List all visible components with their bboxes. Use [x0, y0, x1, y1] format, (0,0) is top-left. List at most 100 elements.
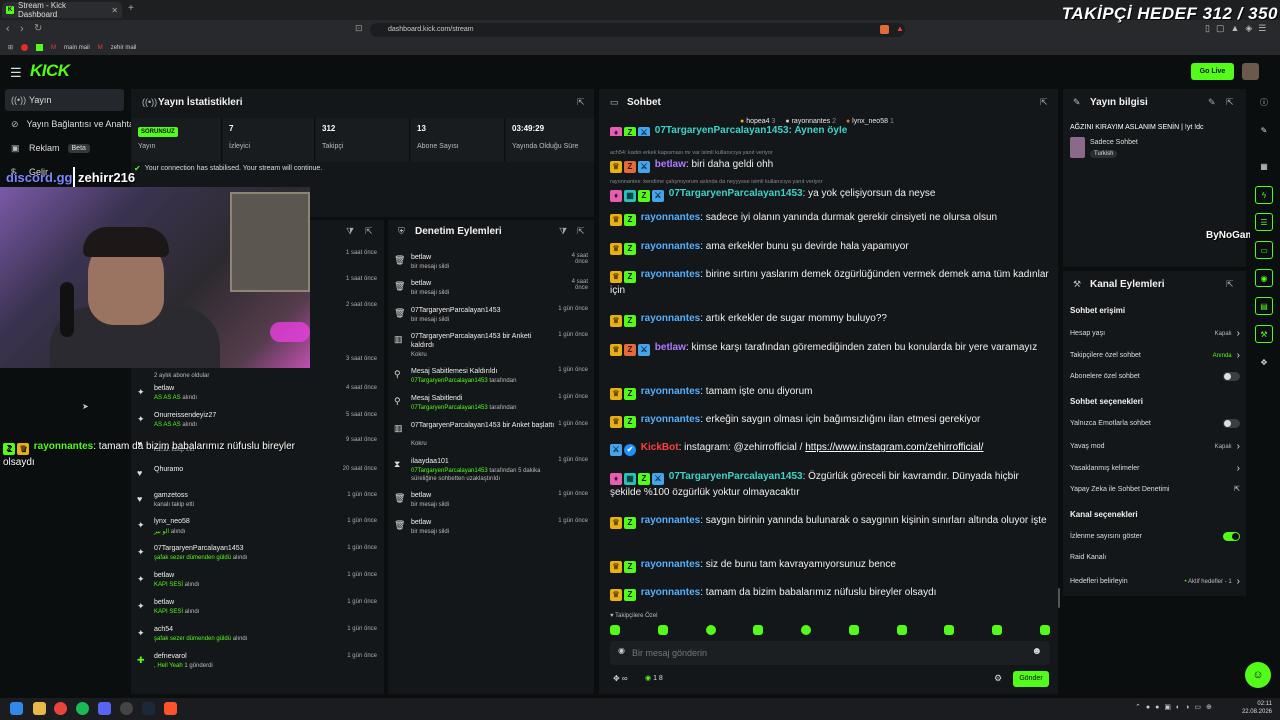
filter-icon[interactable]: ⧩	[559, 226, 567, 237]
sidebar-item-stream-key[interactable]: ⊘ Yayın Bağlantısı ve Anahtarı	[5, 113, 139, 135]
popout-icon[interactable]: ⇱	[1226, 279, 1234, 290]
grid-icon[interactable]: ▦	[1255, 157, 1273, 175]
broadcast-icon[interactable]: ◉	[1255, 269, 1273, 287]
kick-bookmark-icon[interactable]	[36, 44, 44, 51]
channel-setting-row[interactable]: Hesap yaşı Kapalı ›	[1070, 328, 1240, 339]
chat-scrollbar[interactable]	[1058, 588, 1060, 608]
youtube-bookmark-icon[interactable]	[21, 44, 29, 51]
chat-username[interactable]: rayonnantes	[638, 414, 700, 425]
channel-setting-row[interactable]: Takipçilere özel sohbet Anında ›	[1070, 350, 1240, 361]
back-icon[interactable]: ‹	[6, 23, 10, 35]
avatar[interactable]	[1242, 63, 1259, 80]
channel-setting-row[interactable]: Hedefleri belirleyin • Aktif hedefler - 1…	[1070, 576, 1240, 587]
wrench-icon[interactable]: ⚒	[1255, 325, 1273, 343]
chat-username[interactable]: rayonnantes	[638, 386, 700, 397]
rewards-icon[interactable]: ▲	[896, 24, 904, 33]
chat-username[interactable]: rayonnantes	[638, 587, 700, 598]
channel-setting-row[interactable]: Abonelere özel sohbet	[1070, 372, 1240, 381]
chat-username[interactable]: 07TargaryenParcalayan1453	[666, 188, 803, 199]
steam-icon[interactable]	[142, 702, 155, 715]
channel-setting-row[interactable]: İzlenme sayısını göster	[1070, 532, 1240, 541]
chat-link[interactable]: https://www.instagram.com/zehirrofficial…	[805, 442, 983, 453]
channel-setting-row[interactable]: Yavaş mod Kapalı ›	[1070, 441, 1240, 452]
channel-setting-row[interactable]: Yalnızca Emotlarla sohbet	[1070, 419, 1240, 428]
reload-icon[interactable]: ↻	[34, 23, 42, 34]
chat-username[interactable]: rayonnantes	[638, 559, 700, 570]
forward-icon[interactable]: ›	[20, 23, 24, 35]
brave-icon[interactable]	[164, 702, 177, 715]
top-chatter[interactable]: ● lynx_neo58 1	[846, 118, 894, 125]
bookmark-icon[interactable]: ⊡	[355, 23, 363, 34]
chat-username[interactable]: betlaw	[652, 159, 686, 170]
emote-icon[interactable]	[896, 625, 907, 635]
toggle-switch[interactable]	[1223, 532, 1240, 541]
emote-icon[interactable]	[657, 625, 668, 635]
emote-icon[interactable]	[848, 625, 859, 635]
top-chatter[interactable]: ● rayonnantes 2	[785, 118, 836, 125]
channel-setting-row[interactable]: Yapay Zeka ile Sohbet Denetimi ⇱	[1070, 485, 1240, 494]
emoji-icon[interactable]: ☻	[1031, 646, 1042, 657]
bookmark-main-mail[interactable]: main mail	[64, 45, 90, 51]
popout-icon[interactable]: ⇱	[1226, 97, 1234, 108]
emote-icon[interactable]	[992, 625, 1003, 635]
system-tray-icons[interactable]: ⌃●●▣◐◑▭⊕	[1135, 703, 1217, 711]
go-live-button[interactable]: Go Live	[1191, 63, 1234, 80]
chat-input-box[interactable]: ◉ ☻	[610, 641, 1050, 665]
chat-input[interactable]	[632, 645, 1022, 661]
clock[interactable]: 02:11 22.08.2026	[1240, 700, 1272, 716]
brave-shield-icon[interactable]	[880, 25, 889, 34]
close-tab-icon[interactable]: ✕	[111, 6, 118, 15]
kick-logo[interactable]: KICK	[30, 61, 70, 81]
popout-icon[interactable]: ⇱	[577, 97, 585, 108]
chat-username[interactable]: rayonnantes	[638, 313, 700, 324]
chrome-icon[interactable]	[54, 702, 67, 715]
chat-username[interactable]: rayonnantes	[638, 212, 700, 223]
filter-icon[interactable]: ⧩	[346, 226, 354, 237]
edit-icon[interactable]: ✎	[1208, 97, 1216, 108]
hamburger-menu-icon[interactable]: ☰	[10, 65, 22, 81]
top-chatter[interactable]: ● hopea4 3	[740, 118, 775, 125]
apps-icon[interactable]: ⊞	[8, 44, 13, 51]
chat-username[interactable]: betlaw	[652, 342, 686, 353]
emote-icon[interactable]	[610, 625, 620, 635]
toggle-switch[interactable]	[1223, 372, 1240, 381]
popout-icon[interactable]: ⇱	[1040, 97, 1048, 108]
emote-icon[interactable]	[944, 625, 955, 635]
chat-icon[interactable]: ▭	[1255, 241, 1273, 259]
tools-icon[interactable]: ✥	[1255, 353, 1273, 371]
chat-username[interactable]: rayonnantes	[638, 515, 700, 526]
toggle-switch[interactable]	[1223, 419, 1240, 428]
server-icon[interactable]: ▤	[1255, 297, 1273, 315]
file-explorer-icon[interactable]	[33, 702, 46, 715]
bookmark-zehir-mail[interactable]: zehir mail	[111, 45, 137, 51]
discord-icon[interactable]	[98, 702, 111, 715]
obs-icon[interactable]	[120, 702, 133, 715]
chat-username[interactable]: rayonnantes	[638, 269, 700, 280]
list-icon[interactable]: ☰	[1255, 213, 1273, 231]
emote-icon[interactable]	[753, 625, 764, 635]
chat-username[interactable]: 07TargaryenParcalayan1453	[666, 471, 803, 482]
chat-tools-icon[interactable]: ✥ ∞	[613, 674, 628, 683]
emote-icon[interactable]	[1039, 625, 1050, 635]
emote-icon[interactable]	[801, 625, 812, 635]
sidebar-item-ads[interactable]: ▣ Reklam Beta	[5, 137, 124, 159]
chat-username[interactable]: rayonnantes	[638, 241, 700, 252]
emote-icon[interactable]	[705, 625, 716, 635]
send-button[interactable]: Gönder	[1013, 671, 1049, 687]
channel-setting-row[interactable]: Yasaklanmış kelimeler ›	[1070, 463, 1240, 474]
windows-start-icon[interactable]	[10, 702, 23, 715]
info-icon[interactable]: ⓘ	[1255, 93, 1273, 111]
sidebar-item-stream[interactable]: ((•)) Yayın	[5, 89, 124, 111]
chat-username[interactable]: KickBot	[638, 442, 679, 453]
browser-toolbar-icons[interactable]: ▯▢▲◈☰	[1205, 23, 1272, 34]
url-input[interactable]: dashboard.kick.com/stream	[370, 23, 905, 37]
popout-icon[interactable]: ⇱	[577, 226, 585, 237]
browser-tab[interactable]: K Stream - Kick Dashboard ✕	[2, 1, 122, 19]
help-chat-button[interactable]: ☺	[1245, 662, 1271, 688]
channel-setting-row[interactable]: Raid Kanalı	[1070, 554, 1240, 561]
spotify-icon[interactable]	[76, 702, 89, 715]
pencil-icon[interactable]: ✎	[1255, 121, 1273, 139]
popout-icon[interactable]: ⇱	[365, 226, 373, 237]
new-tab-icon[interactable]: +	[128, 3, 134, 14]
chat-settings-icon[interactable]: ⚙	[994, 673, 1002, 684]
